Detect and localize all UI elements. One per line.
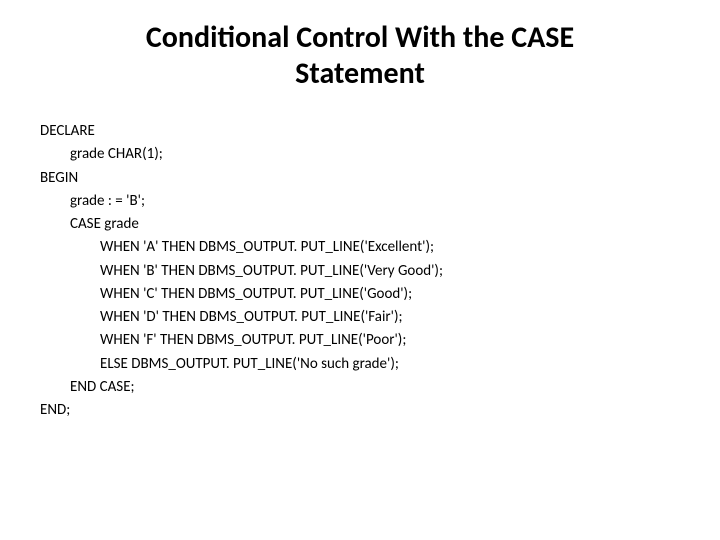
code-line: WHEN 'B' THEN DBMS_OUTPUT. PUT_LINE('Ver… [40, 260, 680, 283]
code-line: ELSE DBMS_OUTPUT. PUT_LINE('No such grad… [40, 353, 680, 376]
code-line: DECLARE [40, 120, 680, 143]
code-line: END; [40, 399, 680, 422]
slide-title: Conditional Control With the CASE Statem… [40, 20, 680, 92]
code-line: WHEN 'C' THEN DBMS_OUTPUT. PUT_LINE('Goo… [40, 283, 680, 306]
code-block: DECLARE grade CHAR(1); BEGIN grade : = '… [40, 120, 680, 422]
code-line: grade : = 'B'; [40, 190, 680, 213]
code-line: BEGIN [40, 167, 680, 190]
code-line: WHEN 'F' THEN DBMS_OUTPUT. PUT_LINE('Poo… [40, 329, 680, 352]
code-line: END CASE; [40, 376, 680, 399]
code-line: grade CHAR(1); [40, 143, 680, 166]
code-line: CASE grade [40, 213, 680, 236]
code-line: WHEN 'A' THEN DBMS_OUTPUT. PUT_LINE('Exc… [40, 236, 680, 259]
slide: Conditional Control With the CASE Statem… [0, 0, 720, 540]
code-line: WHEN 'D' THEN DBMS_OUTPUT. PUT_LINE('Fai… [40, 306, 680, 329]
